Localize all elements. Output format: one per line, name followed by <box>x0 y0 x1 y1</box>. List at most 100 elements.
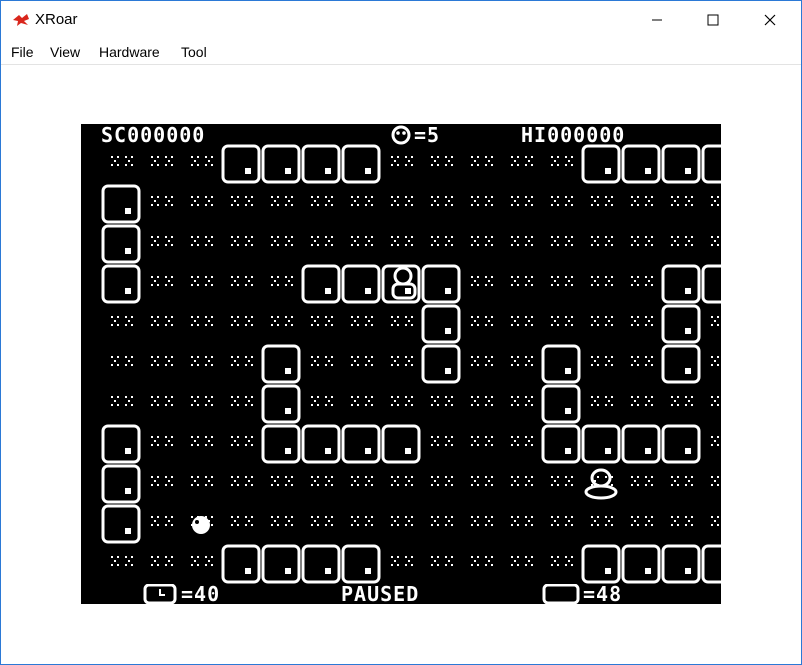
floor-dot <box>448 480 450 482</box>
floor-dot <box>631 276 633 278</box>
floor-dot <box>551 156 553 158</box>
floor-dot <box>551 204 553 206</box>
floor-dot <box>168 240 170 242</box>
floor-dot <box>191 204 193 206</box>
menu-hardware[interactable]: Hardware <box>99 44 160 60</box>
floor-dot <box>237 196 239 198</box>
floor-dot <box>205 244 207 246</box>
floor-dot <box>717 516 719 518</box>
floor-dot <box>394 240 396 242</box>
floor-dot <box>328 240 330 242</box>
title-bar[interactable]: XRoar <box>1 1 801 39</box>
block-glint <box>565 408 571 414</box>
floor-dot <box>408 240 410 242</box>
floor-dot <box>248 480 250 482</box>
floor-dot <box>517 244 519 246</box>
floor-dot <box>231 364 233 366</box>
floor-dot <box>165 516 167 518</box>
floor-dot <box>517 284 519 286</box>
floor-dot <box>445 556 447 558</box>
floor-dot <box>594 520 596 522</box>
floor-dot <box>171 356 173 358</box>
floor-dot <box>445 436 447 438</box>
floor-dot <box>405 236 407 238</box>
floor-dot <box>365 244 367 246</box>
floor-dot <box>651 284 653 286</box>
floor-dot <box>608 520 610 522</box>
menu-view[interactable]: View <box>50 44 80 60</box>
floor-dot <box>648 400 650 402</box>
ice-block <box>261 384 301 424</box>
floor-dot <box>211 316 213 318</box>
creature-sprite <box>192 516 210 534</box>
floor-dot <box>154 160 156 162</box>
floor-dot <box>631 324 633 326</box>
menu-tool[interactable]: Tool <box>181 44 207 60</box>
floor-dot <box>411 164 413 166</box>
floor-dot <box>365 204 367 206</box>
floor-dot <box>237 356 239 358</box>
floor-dot <box>285 276 287 278</box>
floor-dot <box>165 164 167 166</box>
floor-dot <box>445 396 447 398</box>
floor-dot <box>525 484 527 486</box>
floor-dot <box>645 324 647 326</box>
floor-dot <box>237 396 239 398</box>
floor-dot <box>251 196 253 198</box>
floor-dot <box>594 240 596 242</box>
floor-dot <box>517 204 519 206</box>
floor-dot <box>611 236 613 238</box>
close-button[interactable] <box>742 1 800 39</box>
floor-dot <box>171 404 173 406</box>
floor-dot <box>637 524 639 526</box>
floor-dot <box>111 164 113 166</box>
floor-dot <box>517 356 519 358</box>
floor-dot <box>565 316 567 318</box>
floor-dot <box>131 404 133 406</box>
floor-dot <box>194 280 196 282</box>
floor-dot <box>211 324 213 326</box>
floor-dot <box>554 560 556 562</box>
floor-dot <box>531 556 533 558</box>
floor-dot <box>271 484 273 486</box>
floor-dot <box>211 476 213 478</box>
floor-dot <box>314 520 316 522</box>
floor-dot <box>591 204 593 206</box>
floor-dot <box>637 396 639 398</box>
floor-dot <box>531 276 533 278</box>
floor-dot <box>488 400 490 402</box>
block-glint <box>685 448 691 454</box>
floor-dot <box>511 284 513 286</box>
floor-dot <box>151 276 153 278</box>
floor-dot <box>491 276 493 278</box>
floor-dot <box>645 396 647 398</box>
maximize-button[interactable] <box>685 1 743 39</box>
minimize-button[interactable] <box>629 1 687 39</box>
floor-dot <box>434 240 436 242</box>
floor-dot <box>408 520 410 522</box>
floor-dot <box>277 244 279 246</box>
floor-dot <box>331 484 333 486</box>
floor-dot <box>351 204 353 206</box>
floor-dot <box>171 444 173 446</box>
floor-dot <box>711 244 713 246</box>
emulator-screen[interactable]: SC000000 =5 HI000000 =40 PAUSED =48 <box>81 124 721 604</box>
floor-dot <box>648 320 650 322</box>
block-glint <box>285 408 291 414</box>
floor-dot <box>437 396 439 398</box>
block-glint <box>565 448 571 454</box>
floor-dot <box>477 476 479 478</box>
floor-dot <box>565 524 567 526</box>
floor-dot <box>125 324 127 326</box>
floor-dot <box>448 200 450 202</box>
floor-dot <box>171 156 173 158</box>
floor-dot <box>511 236 513 238</box>
floor-dot <box>485 524 487 526</box>
floor-dot <box>354 480 356 482</box>
floor-dot <box>571 284 573 286</box>
floor-dot <box>477 276 479 278</box>
floor-dot <box>677 396 679 398</box>
floor-dot <box>191 564 193 566</box>
menu-file[interactable]: File <box>11 44 34 60</box>
floor-dot <box>437 484 439 486</box>
